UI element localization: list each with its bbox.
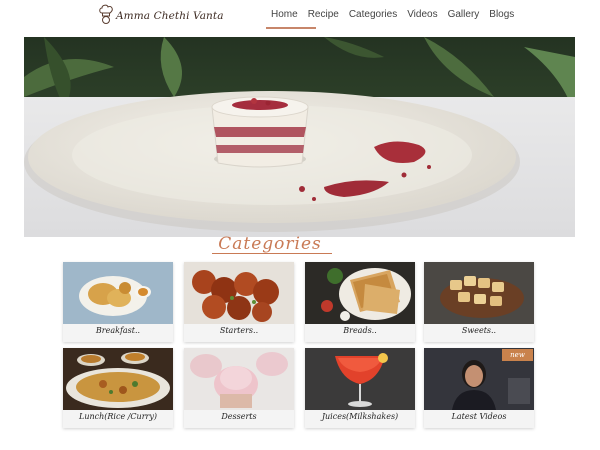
- site-header: Amma Chethi Vanta Home Recipe Categories…: [0, 0, 600, 34]
- nav-gallery[interactable]: Gallery: [443, 8, 485, 22]
- juices-image: [305, 348, 415, 410]
- nav-categories[interactable]: Categories: [344, 8, 402, 22]
- active-nav-underline: [266, 27, 316, 29]
- nav-videos[interactable]: Videos: [402, 8, 442, 22]
- hero-dessert-image: [24, 37, 575, 237]
- desserts-image: [184, 348, 294, 410]
- categories-heading: Categories: [218, 234, 322, 254]
- category-label: Breakfast..: [95, 326, 141, 335]
- category-card-juices[interactable]: Juices(Milkshakes): [305, 348, 415, 428]
- category-card-latest-videos[interactable]: new Latest Videos: [424, 348, 534, 428]
- nav-recipe[interactable]: Recipe: [303, 8, 344, 22]
- nav-home[interactable]: Home: [266, 8, 303, 22]
- logo-text: Amma Chethi Vanta: [116, 10, 224, 22]
- lunch-image: [63, 348, 173, 410]
- chef-hat-icon: [99, 4, 113, 24]
- category-card-breads[interactable]: Breads..: [305, 262, 415, 342]
- breakfast-image: [63, 262, 173, 324]
- new-badge: new: [502, 349, 533, 361]
- category-card-breakfast[interactable]: Breakfast..: [63, 262, 173, 342]
- category-card-desserts[interactable]: Desserts: [184, 348, 294, 428]
- starters-image: [184, 262, 294, 324]
- category-card-sweets[interactable]: Sweets..: [424, 262, 534, 342]
- category-label: Breads..: [343, 326, 377, 335]
- category-label: Lunch(Rice /Curry): [79, 412, 157, 421]
- category-card-lunch[interactable]: Lunch(Rice /Curry): [63, 348, 173, 428]
- sweets-image: [424, 262, 534, 324]
- breads-image: [305, 262, 415, 324]
- heading-underline: [212, 253, 332, 254]
- category-label: Desserts: [221, 412, 257, 421]
- category-card-starters[interactable]: Starters..: [184, 262, 294, 342]
- hero-banner: [24, 37, 575, 237]
- main-nav: Home Recipe Categories Videos Gallery Bl…: [266, 8, 519, 22]
- nav-blogs[interactable]: Blogs: [484, 8, 519, 22]
- category-label: Latest Videos: [451, 412, 507, 421]
- site-logo[interactable]: Amma Chethi Vanta: [98, 3, 224, 29]
- category-label: Starters..: [219, 326, 259, 335]
- category-label: Juices(Milkshakes): [321, 412, 399, 421]
- category-label: Sweets..: [461, 326, 497, 335]
